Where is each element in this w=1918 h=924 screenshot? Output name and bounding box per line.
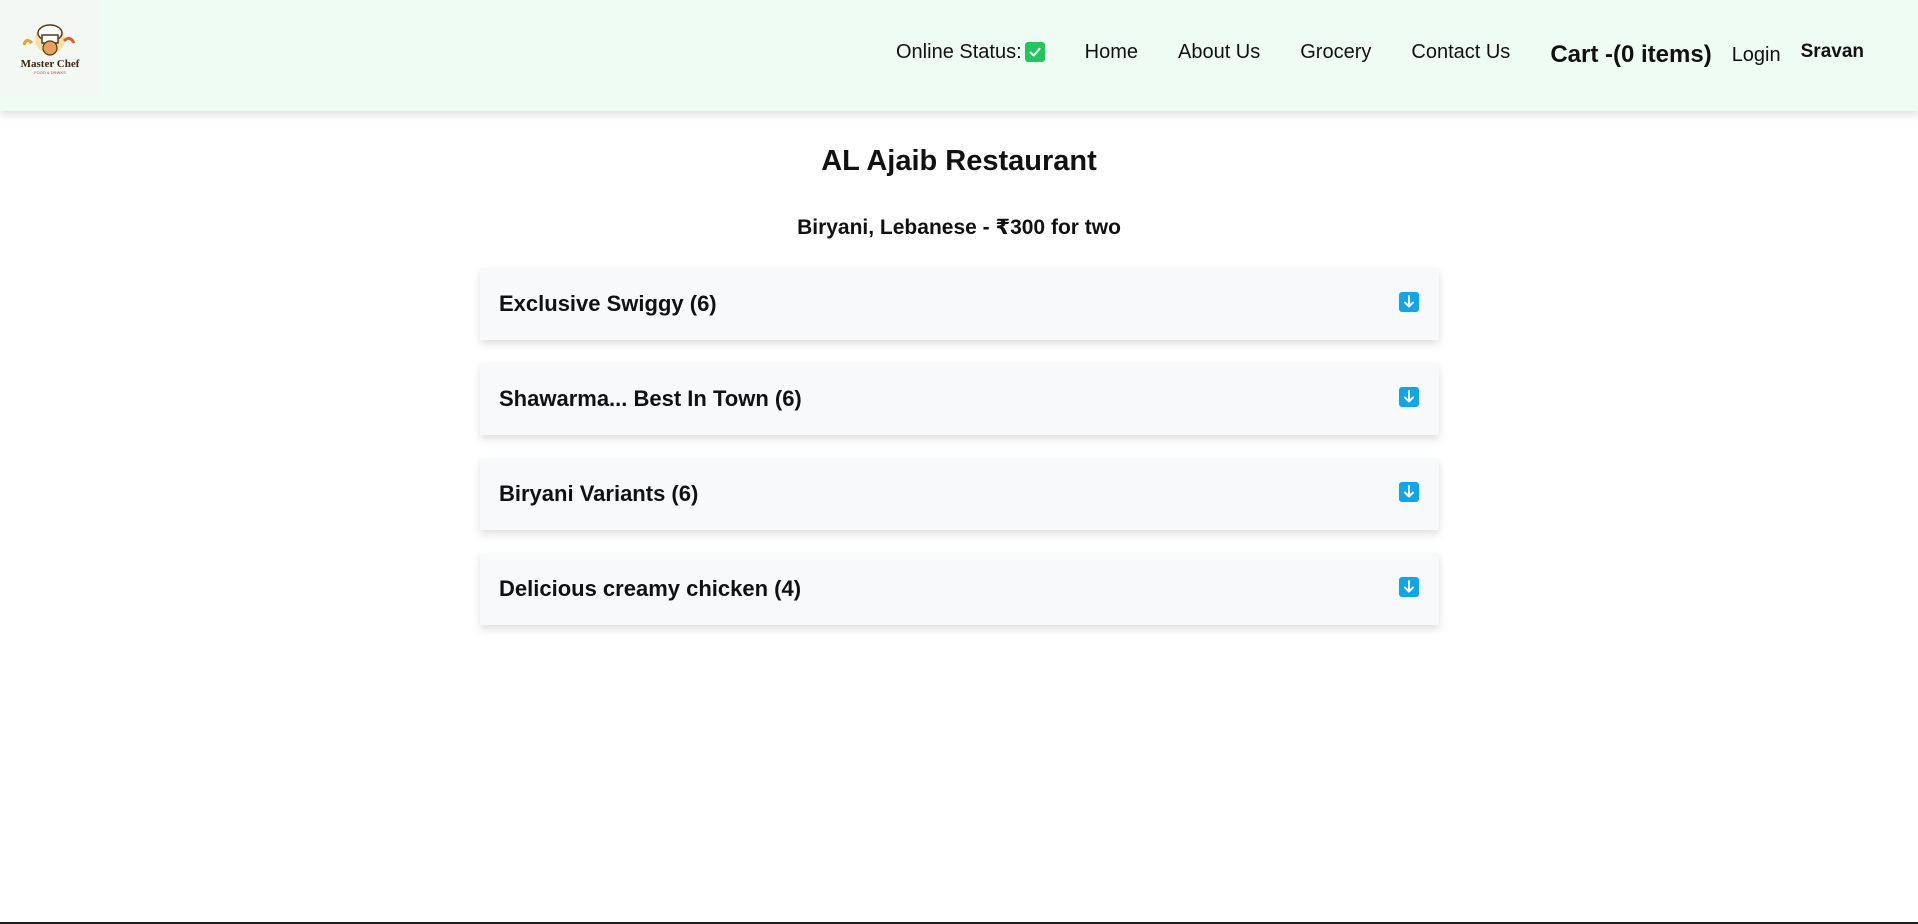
- nav-home-link[interactable]: Home: [1085, 41, 1138, 64]
- user-name: Sravan: [1800, 41, 1864, 62]
- category-accordion-creamy-chicken[interactable]: Delicious creamy chicken (4): [480, 553, 1439, 625]
- cart-link[interactable]: Cart -(0 items): [1550, 41, 1711, 69]
- arrow-down-icon[interactable]: [1399, 387, 1419, 407]
- arrow-down-icon[interactable]: [1399, 482, 1419, 502]
- chef-hat-logo-icon: Master Chef FOOD & DRINKS: [21, 24, 80, 75]
- arrow-down-icon[interactable]: [1399, 577, 1419, 597]
- online-status-label: Online Status:: [896, 40, 1022, 63]
- category-title: Shawarma... Best In Town (6): [499, 386, 802, 411]
- arrow-down-icon[interactable]: [1399, 292, 1419, 312]
- login-button[interactable]: Login: [1732, 44, 1781, 67]
- check-icon: [1024, 42, 1045, 62]
- svg-text:FOOD & DRINKS: FOOD & DRINKS: [34, 70, 66, 75]
- nav-about-link[interactable]: About Us: [1178, 41, 1260, 64]
- logo[interactable]: Master Chef FOOD & DRINKS: [0, 0, 100, 96]
- main-nav: Online Status: Home About Us Grocery Con…: [896, 38, 1864, 69]
- category-accordion-shawarma[interactable]: Shawarma... Best In Town (6): [480, 363, 1439, 435]
- header: Master Chef FOOD & DRINKS Online Status:…: [0, 0, 1918, 111]
- restaurant-cuisines-cost: Biryani, Lebanese - ₹300 for two: [797, 216, 1121, 239]
- online-status: Online Status:: [896, 41, 1045, 64]
- restaurant-name: AL Ajaib Restaurant: [821, 145, 1097, 177]
- category-accordion-biryani-variants[interactable]: Biryani Variants (6): [480, 458, 1439, 530]
- category-accordion-exclusive-swiggy[interactable]: Exclusive Swiggy (6): [480, 268, 1439, 340]
- svg-text:Master Chef: Master Chef: [21, 58, 80, 70]
- category-title: Biryani Variants (6): [499, 481, 699, 506]
- category-title: Exclusive Swiggy (6): [499, 291, 717, 316]
- nav-contact-link[interactable]: Contact Us: [1411, 41, 1510, 64]
- category-title: Delicious creamy chicken (4): [499, 576, 802, 601]
- nav-grocery-link[interactable]: Grocery: [1300, 41, 1371, 64]
